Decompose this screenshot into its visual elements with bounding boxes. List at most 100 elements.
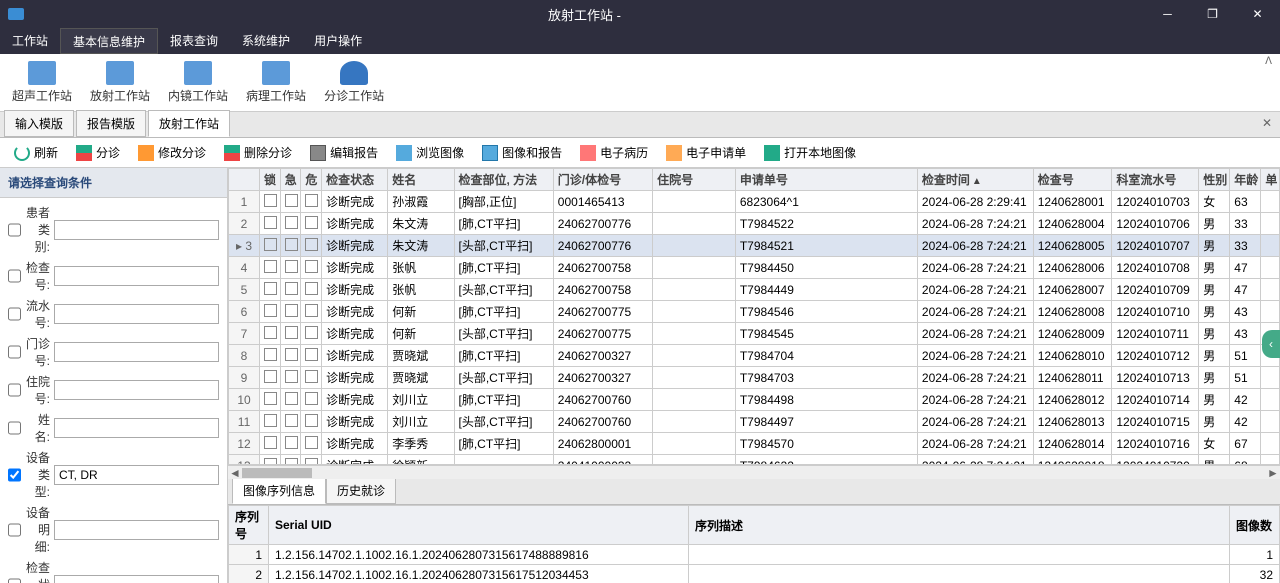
lock-checkbox[interactable] <box>264 436 277 449</box>
lock-checkbox[interactable] <box>264 326 277 339</box>
detail-col-header[interactable]: Serial UID <box>269 506 689 545</box>
tab-input-template[interactable]: 输入模版 <box>4 110 74 137</box>
tool-emr[interactable]: 电子病历 <box>572 140 656 165</box>
col-header[interactable]: 检查时间▲ <box>917 169 1033 191</box>
close-tab-icon[interactable]: ✕ <box>1262 116 1272 130</box>
tool-dicom[interactable]: 打开本地图像 <box>756 140 864 165</box>
urgent-checkbox[interactable] <box>285 326 298 339</box>
detail-col-header[interactable]: 序列号 <box>229 506 269 545</box>
scroll-thumb[interactable] <box>242 468 312 478</box>
lock-checkbox[interactable] <box>264 348 277 361</box>
tab-series-info[interactable]: 图像序列信息 <box>232 477 326 504</box>
critical-checkbox[interactable] <box>305 326 318 339</box>
critical-checkbox[interactable] <box>305 458 318 466</box>
filter-checkbox[interactable] <box>8 307 21 321</box>
ribbon-pathology[interactable]: 病理工作站 <box>240 58 312 107</box>
critical-checkbox[interactable] <box>305 370 318 383</box>
col-header[interactable]: 检查号 <box>1033 169 1112 191</box>
col-header[interactable]: 锁 <box>260 169 281 191</box>
table-row[interactable]: 10诊断完成刘川立[肺,CT平扫]24062700760T79844982024… <box>229 389 1280 411</box>
lock-checkbox[interactable] <box>264 414 277 427</box>
menu-basic-info[interactable]: 基本信息维护 <box>60 28 158 54</box>
tool-refresh[interactable]: 刷新 <box>6 140 66 165</box>
filter-checkbox[interactable] <box>8 523 21 537</box>
urgent-checkbox[interactable] <box>285 260 298 273</box>
tool-eform[interactable]: 电子申请单 <box>658 140 754 165</box>
col-header[interactable]: 性别 <box>1199 169 1230 191</box>
filter-checkbox[interactable] <box>8 468 21 482</box>
col-header[interactable]: 检查部位, 方法 <box>454 169 553 191</box>
col-header[interactable]: 住院号 <box>653 169 736 191</box>
filter-input[interactable] <box>54 266 219 286</box>
filter-input[interactable] <box>54 380 219 400</box>
lock-checkbox[interactable] <box>264 238 277 251</box>
urgent-checkbox[interactable] <box>285 216 298 229</box>
lock-checkbox[interactable] <box>264 282 277 295</box>
lock-checkbox[interactable] <box>264 260 277 273</box>
table-row[interactable]: 8诊断完成贾晓斌[肺,CT平扫]24062700327T79847042024-… <box>229 345 1280 367</box>
tool-imgrep[interactable]: 图像和报告 <box>474 140 570 165</box>
grid-hscroll[interactable]: ◄ ► <box>228 465 1280 479</box>
col-header[interactable]: 科室流水号 <box>1112 169 1199 191</box>
close-button[interactable]: ✕ <box>1235 0 1280 28</box>
critical-checkbox[interactable] <box>305 238 318 251</box>
filter-checkbox[interactable] <box>8 383 21 397</box>
filter-checkbox[interactable] <box>8 345 21 359</box>
lock-checkbox[interactable] <box>264 216 277 229</box>
lock-checkbox[interactable] <box>264 194 277 207</box>
scroll-right-icon[interactable]: ► <box>1266 466 1280 480</box>
tool-edit[interactable]: 修改分诊 <box>130 140 214 165</box>
urgent-checkbox[interactable] <box>285 282 298 295</box>
col-header[interactable]: 姓名 <box>388 169 454 191</box>
urgent-checkbox[interactable] <box>285 414 298 427</box>
critical-checkbox[interactable] <box>305 282 318 295</box>
table-row[interactable]: 6诊断完成何新[肺,CT平扫]24062700775T79845462024-0… <box>229 301 1280 323</box>
urgent-checkbox[interactable] <box>285 194 298 207</box>
urgent-checkbox[interactable] <box>285 370 298 383</box>
urgent-checkbox[interactable] <box>285 458 298 466</box>
tab-history[interactable]: 历史就诊 <box>326 477 396 504</box>
table-row[interactable]: 9诊断完成贾晓斌[头部,CT平扫]24062700327T79847032024… <box>229 367 1280 389</box>
col-header[interactable]: 申请单号 <box>735 169 917 191</box>
urgent-checkbox[interactable] <box>285 348 298 361</box>
filter-input[interactable] <box>54 220 219 240</box>
table-row[interactable]: ▸ 3诊断完成朱文涛[头部,CT平扫]24062700776T798452120… <box>229 235 1280 257</box>
filter-checkbox[interactable] <box>8 269 21 283</box>
minimize-button[interactable]: ─ <box>1145 0 1190 28</box>
critical-checkbox[interactable] <box>305 260 318 273</box>
table-row[interactable]: 13诊断完成徐颖新24041000032T79846222024-06-28 7… <box>229 455 1280 466</box>
critical-checkbox[interactable] <box>305 348 318 361</box>
tool-doc[interactable]: 编辑报告 <box>302 140 386 165</box>
filter-input[interactable] <box>54 304 219 324</box>
urgent-checkbox[interactable] <box>285 238 298 251</box>
detail-col-header[interactable]: 序列描述 <box>689 506 1230 545</box>
urgent-checkbox[interactable] <box>285 436 298 449</box>
col-header[interactable]: 急 <box>280 169 301 191</box>
filter-input[interactable] <box>54 575 219 583</box>
col-header[interactable]: 年龄 <box>1230 169 1261 191</box>
detail-col-header[interactable]: 图像数 <box>1230 506 1280 545</box>
tab-report-template[interactable]: 报告模版 <box>76 110 146 137</box>
col-header[interactable]: 门诊/体检号 <box>553 169 652 191</box>
lock-checkbox[interactable] <box>264 370 277 383</box>
ribbon-endoscopy[interactable]: 内镜工作站 <box>162 58 234 107</box>
tool-triage[interactable]: 分诊 <box>68 140 128 165</box>
lock-checkbox[interactable] <box>264 304 277 317</box>
series-row[interactable]: 11.2.156.14702.1.1002.16.1.2024062807315… <box>229 545 1280 565</box>
table-row[interactable]: 2诊断完成朱文涛[肺,CT平扫]24062700776T79845222024-… <box>229 213 1280 235</box>
collapse-ribbon-icon[interactable]: ᐱ <box>1265 56 1272 67</box>
filter-input[interactable] <box>54 342 219 362</box>
col-header[interactable] <box>229 169 260 191</box>
filter-checkbox[interactable] <box>8 223 21 237</box>
table-row[interactable]: 5诊断完成张帆[头部,CT平扫]24062700758T79844492024-… <box>229 279 1280 301</box>
filter-input[interactable] <box>54 418 219 438</box>
table-row[interactable]: 4诊断完成张帆[肺,CT平扫]24062700758T79844502024-0… <box>229 257 1280 279</box>
lock-checkbox[interactable] <box>264 458 277 466</box>
table-row[interactable]: 7诊断完成何新[头部,CT平扫]24062700775T79845452024-… <box>229 323 1280 345</box>
critical-checkbox[interactable] <box>305 194 318 207</box>
ribbon-radiology[interactable]: 放射工作站 <box>84 58 156 107</box>
tool-triage[interactable]: 删除分诊 <box>216 140 300 165</box>
critical-checkbox[interactable] <box>305 436 318 449</box>
menu-workstation[interactable]: 工作站 <box>0 28 60 54</box>
table-row[interactable]: 12诊断完成李季秀[肺,CT平扫]24062800001T79845702024… <box>229 433 1280 455</box>
